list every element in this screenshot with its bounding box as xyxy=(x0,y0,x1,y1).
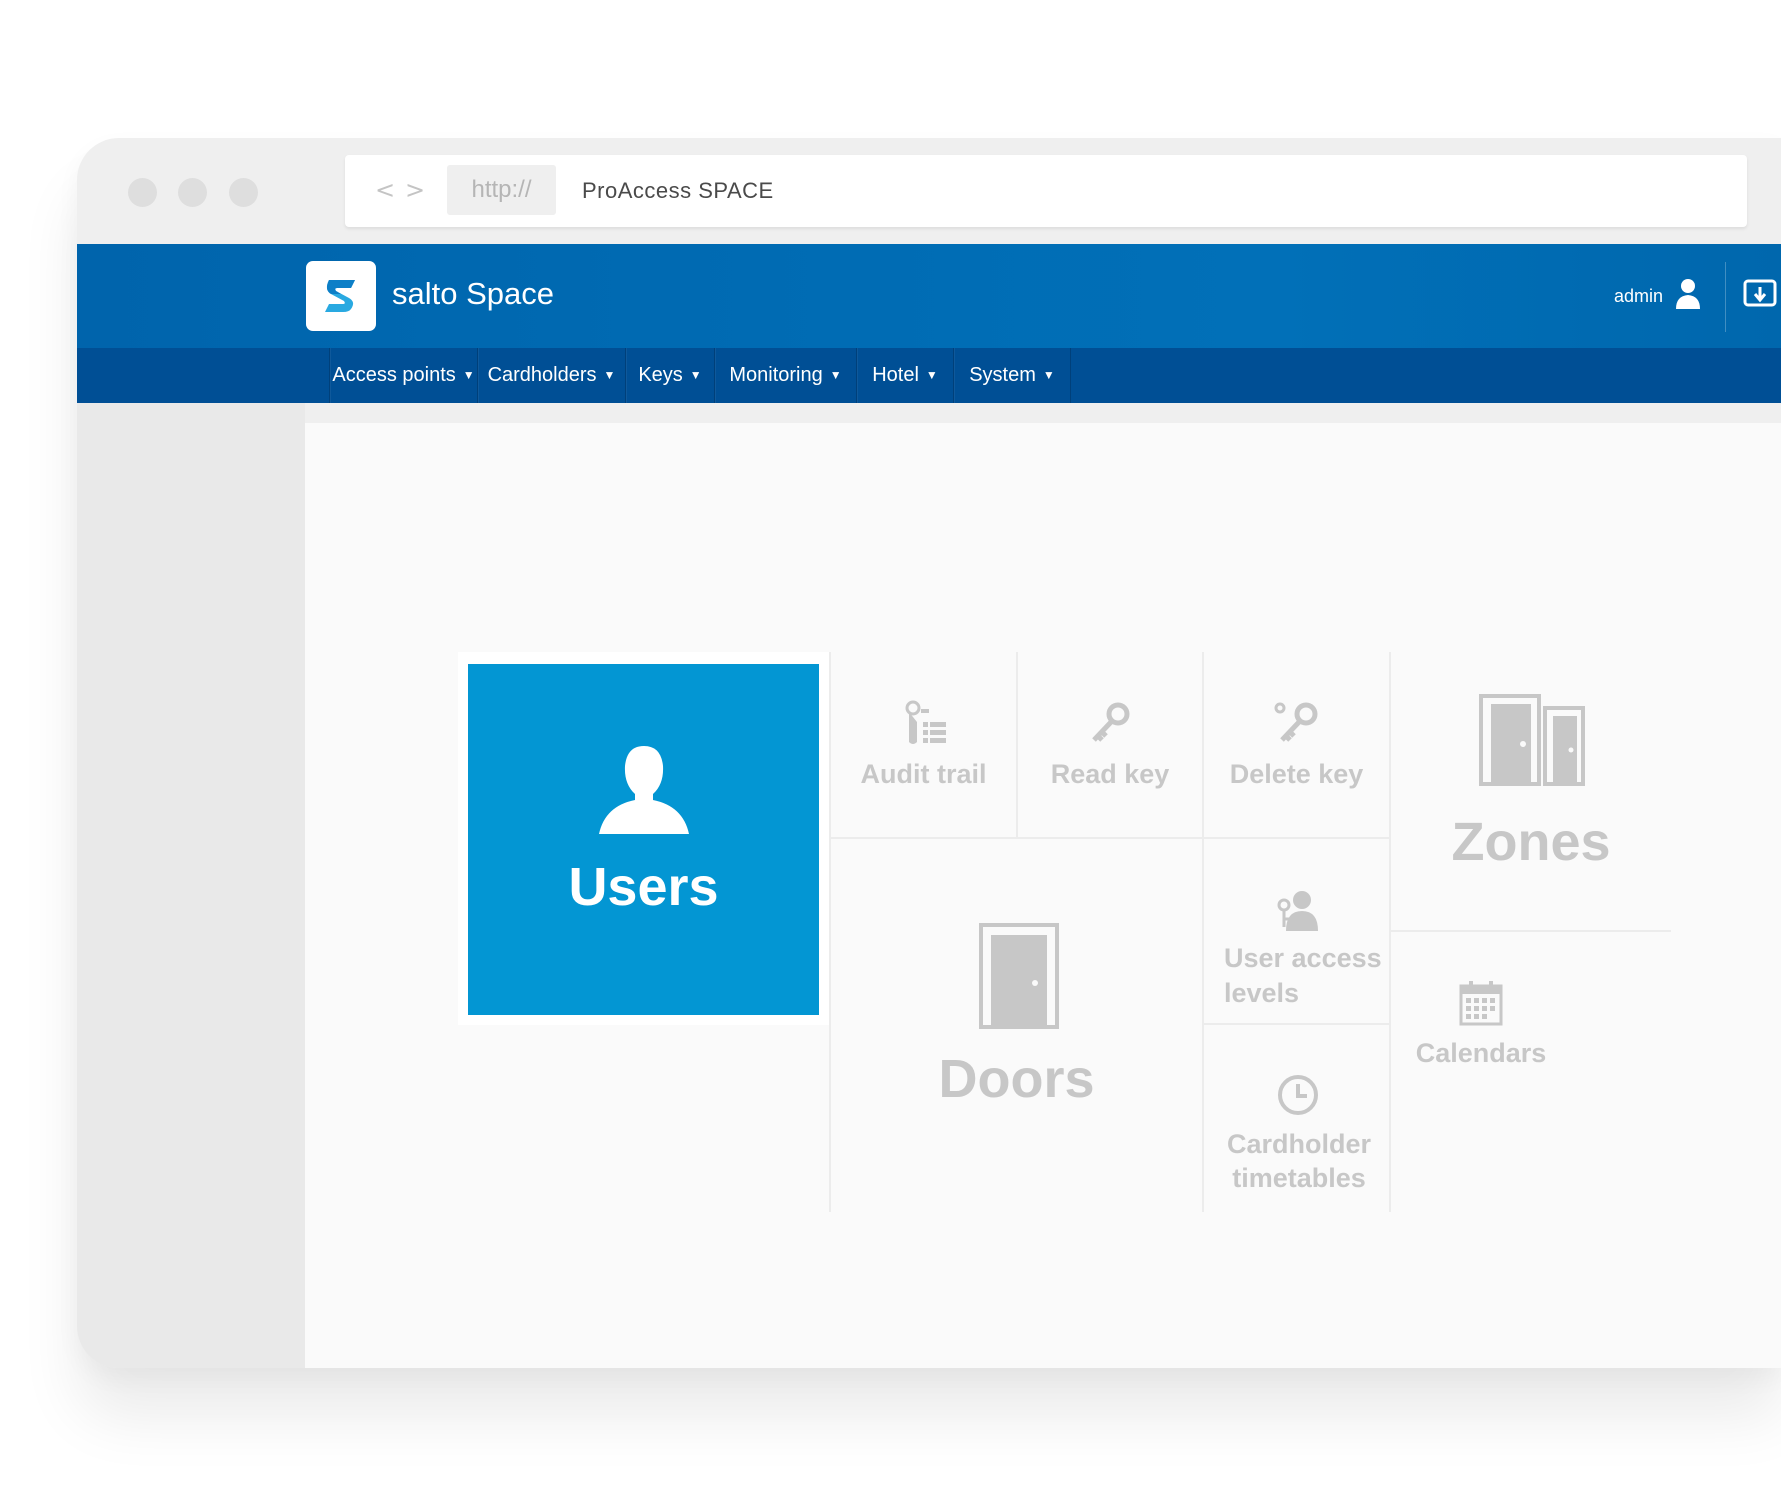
audit-trail-tile[interactable]: Audit trail xyxy=(831,652,1016,837)
address-bar[interactable]: < > http:// ProAccess SPACE xyxy=(345,155,1747,227)
zones-icon xyxy=(1479,694,1585,786)
user-access-levels-label: User access levels xyxy=(1224,943,1382,1008)
nav-system[interactable]: System ▼ xyxy=(953,348,1070,403)
chevron-down-icon: ▼ xyxy=(462,368,475,382)
calendars-tile[interactable]: Calendars xyxy=(1391,932,1591,1212)
url-protocol: http:// xyxy=(447,165,556,215)
chevron-down-icon: ▼ xyxy=(689,368,702,382)
users-tile[interactable]: Users xyxy=(468,664,819,1015)
salto-logo[interactable] xyxy=(306,261,376,331)
zones-tile[interactable]: Zones xyxy=(1391,652,1671,930)
admin-username[interactable]: admin xyxy=(1614,282,1663,310)
nav-divider xyxy=(1070,348,1071,403)
user-icon[interactable] xyxy=(1673,277,1703,311)
nav-cardholders[interactable]: Cardholders ▼ xyxy=(477,348,625,403)
nav-label: Cardholders xyxy=(487,364,597,386)
door-icon xyxy=(979,923,1059,1029)
doors-label: Doors xyxy=(938,1049,1095,1109)
nav-label: Hotel xyxy=(872,364,919,386)
nav-label: System xyxy=(969,364,1036,386)
window-maximize-dot[interactable] xyxy=(229,178,258,207)
forward-arrow-icon[interactable]: > xyxy=(405,175,425,205)
nav-keys[interactable]: Keys ▼ xyxy=(625,348,714,403)
cardholder-timetables-label: Cardholder timetables xyxy=(1226,1129,1372,1193)
audit-trail-label: Audit trail xyxy=(860,759,987,789)
audit-trail-icon xyxy=(905,700,946,744)
brand-name: salto Space xyxy=(392,276,554,311)
delete-key-label: Delete key xyxy=(1229,759,1364,789)
read-key-tile[interactable]: Read key xyxy=(1018,652,1202,837)
salto-s-logo-icon xyxy=(325,280,355,312)
sidebar xyxy=(77,403,305,1368)
user-access-icon xyxy=(1277,891,1318,931)
window-minimize-dot[interactable] xyxy=(178,178,207,207)
app-header: salto Space admin xyxy=(77,244,1781,348)
delete-key-tile[interactable]: Delete key xyxy=(1204,652,1389,837)
read-key-label: Read key xyxy=(1050,759,1170,789)
header-separator xyxy=(1725,262,1726,332)
url-text[interactable]: ProAccess SPACE xyxy=(582,173,774,209)
chevron-down-icon: ▼ xyxy=(603,368,616,382)
users-label: Users xyxy=(568,857,719,917)
user-icon xyxy=(599,746,689,834)
delete-key-icon xyxy=(1274,702,1318,742)
clock-icon xyxy=(1278,1075,1318,1115)
user-access-levels-tile[interactable]: User access levels xyxy=(1204,839,1389,1023)
nav-monitoring[interactable]: Monitoring ▼ xyxy=(714,348,856,403)
nav-label: Access points xyxy=(332,364,456,386)
main-nav: Access points ▼ Cardholders ▼ Keys ▼ Monito… xyxy=(77,348,1781,403)
chevron-down-icon: ▼ xyxy=(829,368,842,382)
cardholder-timetables-tile[interactable]: Cardholder timetables xyxy=(1204,1025,1389,1212)
doors-tile[interactable]: Doors xyxy=(831,839,1202,1212)
nav-access-points[interactable]: Access points ▼ xyxy=(329,348,477,403)
chevron-down-icon: ▼ xyxy=(925,368,938,382)
back-arrow-icon[interactable]: < xyxy=(375,175,395,205)
nav-label: Keys xyxy=(638,364,683,386)
nav-hotel[interactable]: Hotel ▼ xyxy=(856,348,953,403)
chevron-down-icon: ▼ xyxy=(1042,368,1055,382)
window-close-dot[interactable] xyxy=(128,178,157,207)
key-icon xyxy=(1092,702,1130,742)
calendar-icon xyxy=(1459,981,1503,1026)
logout-icon[interactable] xyxy=(1743,277,1781,311)
calendars-label: Calendars xyxy=(1415,1038,1547,1068)
zones-label: Zones xyxy=(1451,812,1611,872)
nav-label: Monitoring xyxy=(729,364,823,386)
